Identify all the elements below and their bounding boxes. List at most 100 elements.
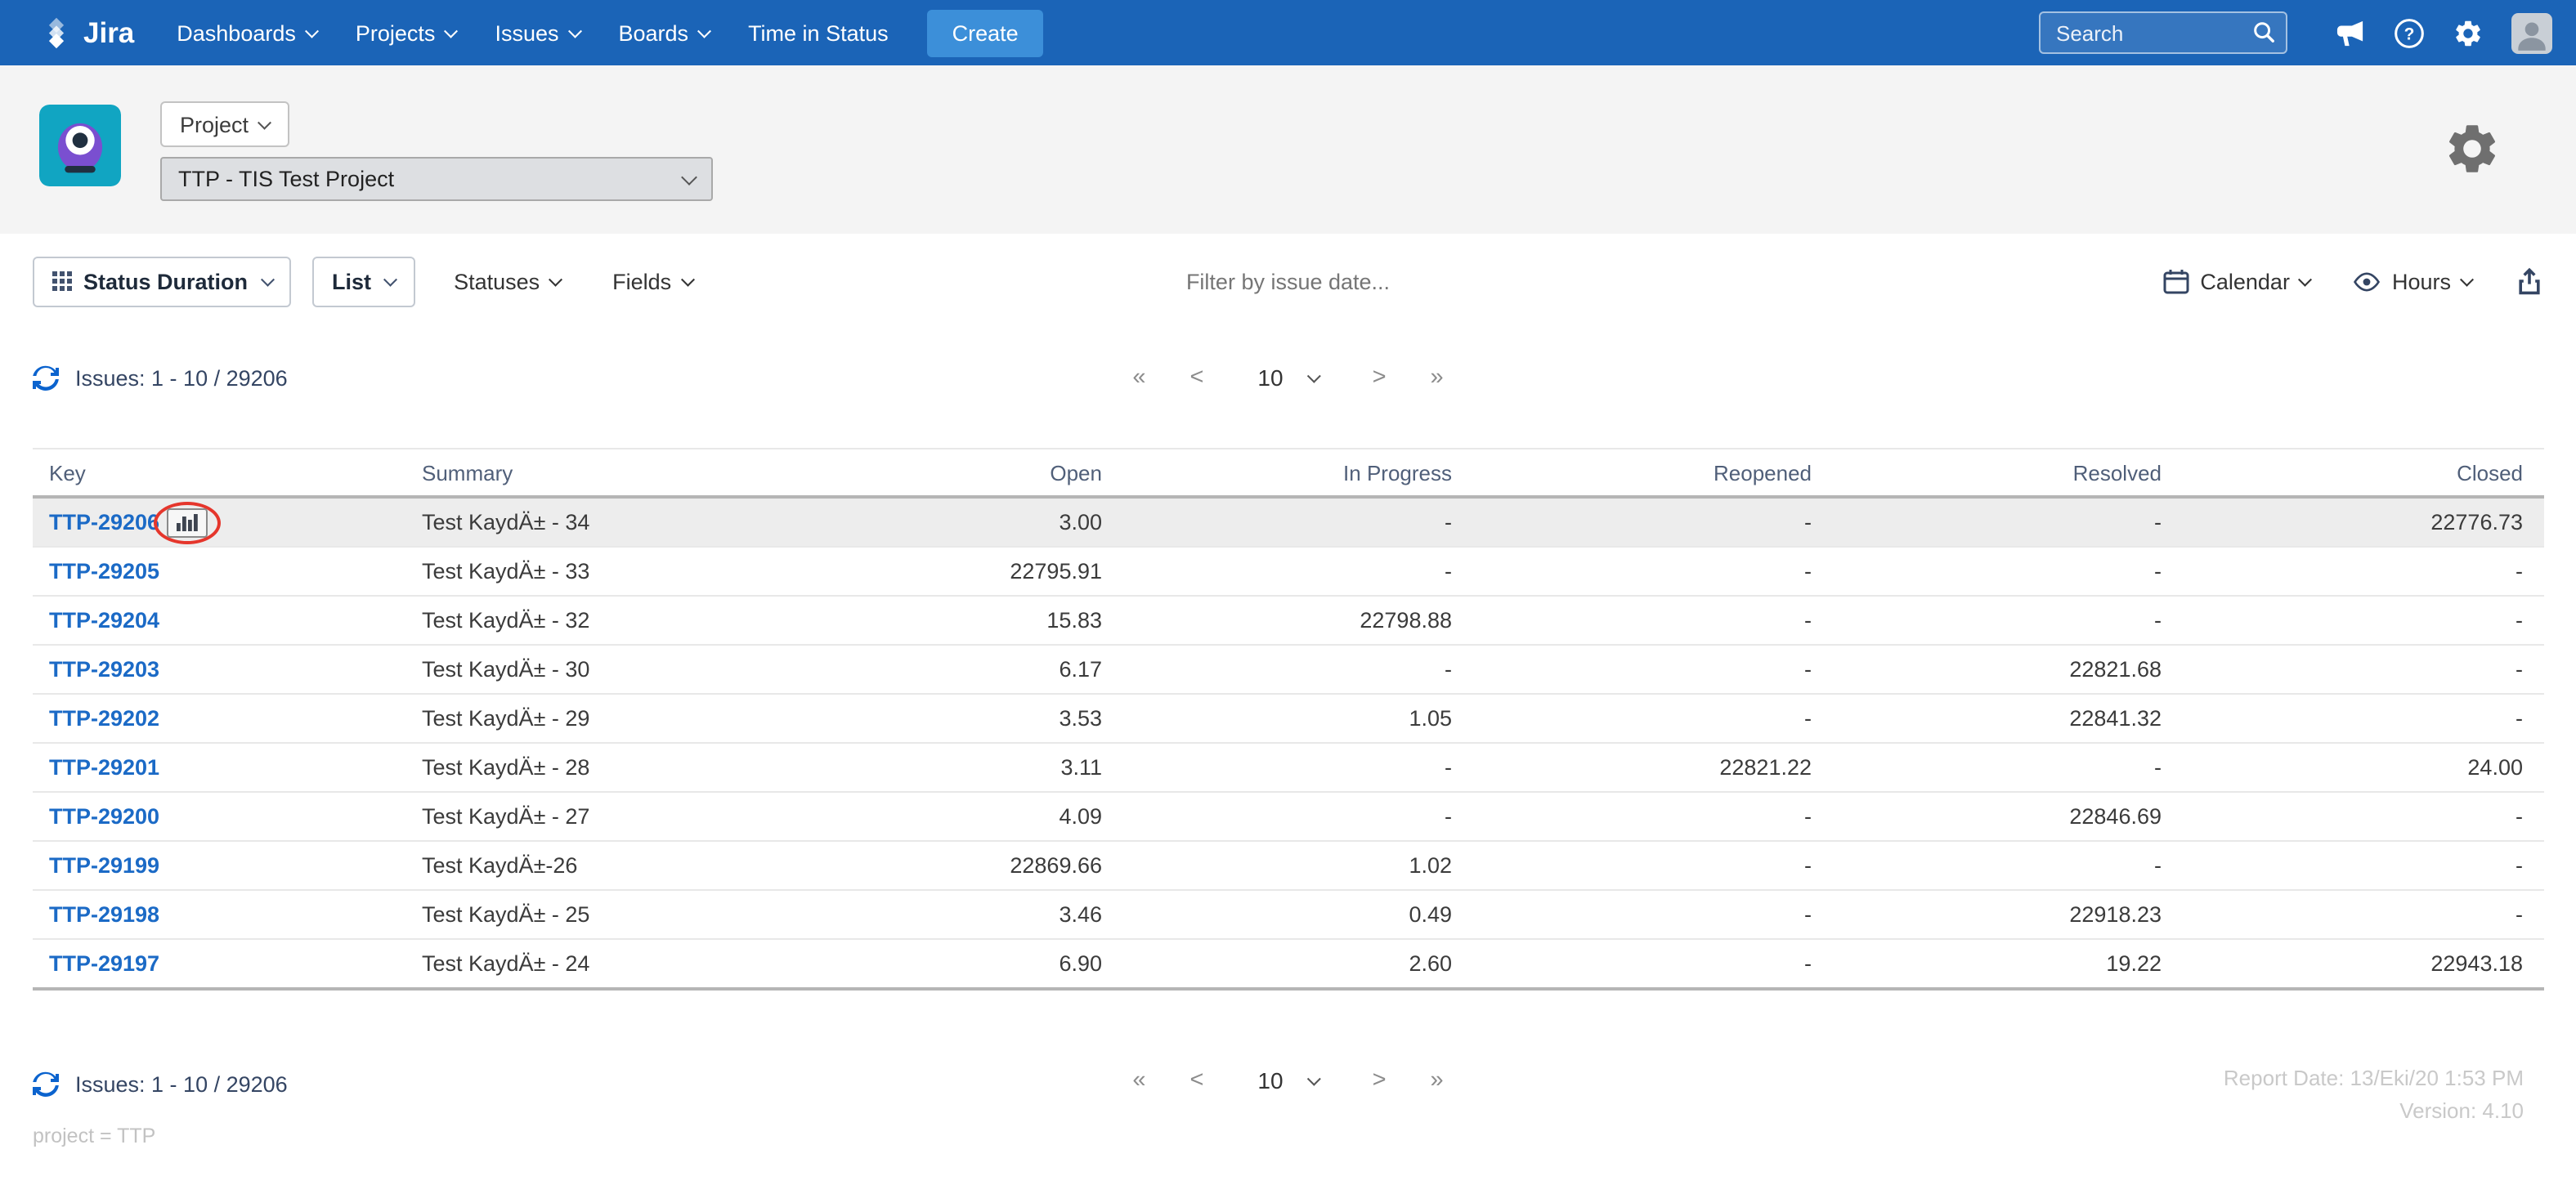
issue-key-link[interactable]: TTP-29200 [49,804,159,829]
issue-summary: Test KaydÄ± - 25 [422,890,742,940]
user-avatar[interactable] [2511,12,2551,53]
chevron-down-icon [680,273,694,286]
fields-label: Fields [612,269,672,293]
export-icon [2518,267,2539,295]
cell-reopened: - [1452,841,1812,891]
create-button[interactable]: Create [927,9,1043,56]
refresh-button[interactable] [33,364,59,391]
page-size-select[interactable]: 10 [1248,1066,1328,1095]
nav-issues[interactable]: Issues [475,0,598,65]
cell-resolved: 22918.23 [1812,890,2162,940]
project-select[interactable]: TTP - TIS Test Project [160,157,713,201]
issue-key-link[interactable]: TTP-29202 [49,706,159,731]
cell-open: 6.17 [742,645,1102,695]
cell-open: 3.00 [742,497,1102,548]
issue-chart-button[interactable] [167,508,208,537]
column-header-reopened: Reopened [1452,448,1812,499]
cell-in-progress: - [1102,645,1452,695]
issue-date-filter-input[interactable] [1108,267,1468,295]
nav-dashboards[interactable]: Dashboards [157,0,336,65]
cell-resolved: 22821.68 [1812,645,2162,695]
issue-key-link[interactable]: TTP-29206 [49,510,159,534]
issue-key-link[interactable]: TTP-29204 [49,608,159,633]
report-settings-button[interactable] [2442,119,2501,183]
grid-icon [52,271,72,291]
chevron-down-icon [681,168,697,185]
first-page-button[interactable]: « [1132,1067,1145,1093]
fields-dropdown[interactable]: Fields [612,269,694,293]
settings-button[interactable] [2452,17,2483,48]
jira-logo[interactable]: Jira [39,16,134,50]
cell-resolved: - [1812,743,2162,793]
cell-reopened: - [1452,645,1812,695]
nav-boards[interactable]: Boards [599,0,729,65]
app-root: Jira Dashboards Projects Issues Boards T… [0,0,2576,1203]
project-scope-button[interactable]: Project [160,101,289,147]
first-page-button[interactable]: « [1132,364,1145,391]
cell-key: TTP-29204 [33,596,422,646]
cell-in-progress: - [1102,792,1452,842]
prev-page-button[interactable]: < [1189,364,1203,391]
chevron-down-icon [383,273,397,286]
table-row: TTP-29204 Test KaydÄ± - 32 15.83 22798.88- -… [33,596,2544,646]
cell-in-progress: 2.60 [1102,939,1452,991]
help-button[interactable]: ? [2393,17,2424,48]
issues-count-label: Issues: 1 - 10 / 29206 [75,365,288,390]
column-header-resolved: Resolved [1812,448,2162,499]
view-mode-label: List [332,269,372,293]
issue-key-link[interactable]: TTP-29203 [49,657,159,682]
table-row: TTP-29197 Test KaydÄ± - 24 6.90 2.60-19.22 2… [33,939,2544,991]
issue-key-link[interactable]: TTP-29197 [49,951,159,976]
issue-key-link[interactable]: TTP-29201 [49,755,159,780]
cell-resolved: 22841.32 [1812,694,2162,744]
nav-time-in-status[interactable]: Time in Status [728,0,908,65]
view-mode-button[interactable]: List [312,256,415,306]
chevron-down-icon [568,25,581,38]
issues-table-header: Key Summary Open In Progress Reopened Re… [33,448,2544,499]
cell-key: TTP-29197 [33,939,422,991]
next-page-button[interactable]: > [1373,1067,1387,1093]
search-input[interactable] [2038,11,2287,54]
navbar-right: ? [2038,11,2576,54]
cell-closed: - [2162,792,2544,842]
report-type-button[interactable]: Status Duration [33,256,292,306]
cell-reopened: - [1452,939,1812,991]
table-row: TTP-29201 Test KaydÄ± - 28 3.11-22821.22-2… [33,743,2544,793]
export-button[interactable] [2514,266,2543,296]
nav-projects[interactable]: Projects [336,0,476,65]
cell-closed: - [2162,596,2544,646]
issue-key-link[interactable]: TTP-29199 [49,853,159,878]
issue-key-link[interactable]: TTP-29198 [49,902,159,927]
cell-key: TTP-29202 [33,694,422,744]
refresh-button[interactable] [33,1071,59,1097]
cell-closed: - [2162,890,2544,940]
last-page-button[interactable]: » [1431,364,1444,391]
cell-reopened: - [1452,596,1812,646]
cell-key: TTP-29203 [33,645,422,695]
prev-page-button[interactable]: < [1189,1067,1203,1093]
cell-resolved: - [1812,547,2162,597]
issue-key-link[interactable]: TTP-29205 [49,559,159,584]
page-size-select[interactable]: 10 [1248,363,1328,392]
cell-resolved: - [1812,497,2162,548]
chevron-down-icon [258,116,271,129]
nav-boards-label: Boards [618,20,689,45]
cell-closed: 24.00 [2162,743,2544,793]
column-header-closed: Closed [2162,448,2544,499]
feedback-button[interactable] [2334,19,2365,47]
last-page-button[interactable]: » [1431,1067,1444,1093]
hours-dropdown[interactable]: Hours [2353,269,2474,293]
cell-closed: 22943.18 [2162,939,2544,991]
navbar-left: Jira Dashboards Projects Issues Boards T… [0,0,2038,65]
cell-in-progress: 22798.88 [1102,596,1452,646]
cell-key: TTP-29199 [33,841,422,891]
chevron-down-icon [549,273,562,286]
next-page-button[interactable]: > [1373,364,1387,391]
issue-summary: Test KaydÄ± - 30 [422,645,742,695]
statuses-dropdown[interactable]: Statuses [454,269,562,293]
cell-in-progress: - [1102,497,1452,548]
cell-in-progress: 1.02 [1102,841,1452,891]
issue-summary: Test KaydÄ± - 32 [422,596,742,646]
chevron-down-icon [2299,273,2313,286]
calendar-dropdown[interactable]: Calendar [2162,268,2313,294]
